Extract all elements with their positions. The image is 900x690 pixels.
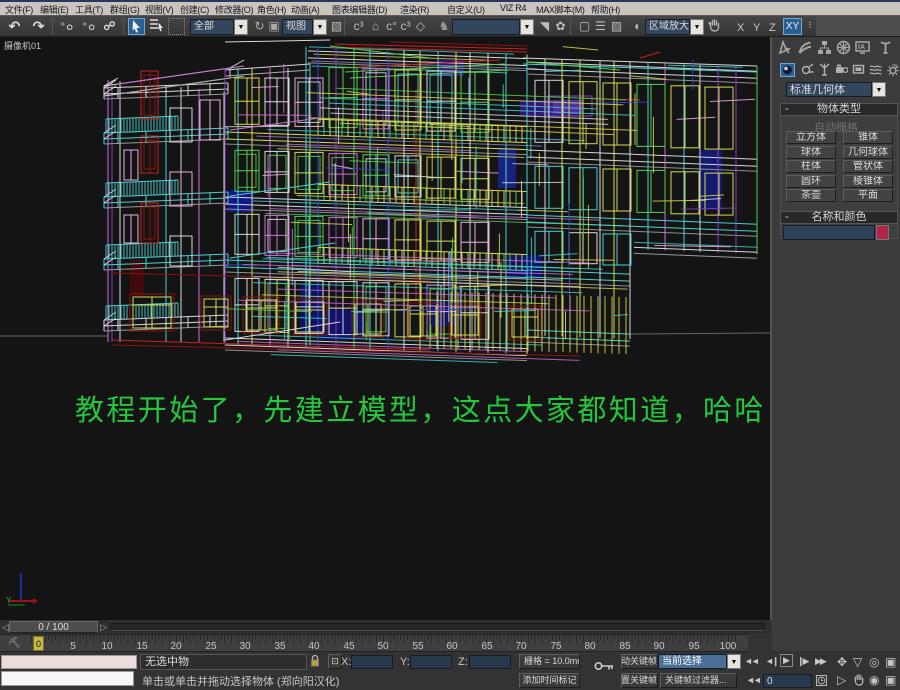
svg-text:IA: IA bbox=[858, 44, 865, 51]
svg-text:%: % bbox=[894, 64, 899, 70]
svg-text:Y: Y bbox=[6, 596, 12, 605]
